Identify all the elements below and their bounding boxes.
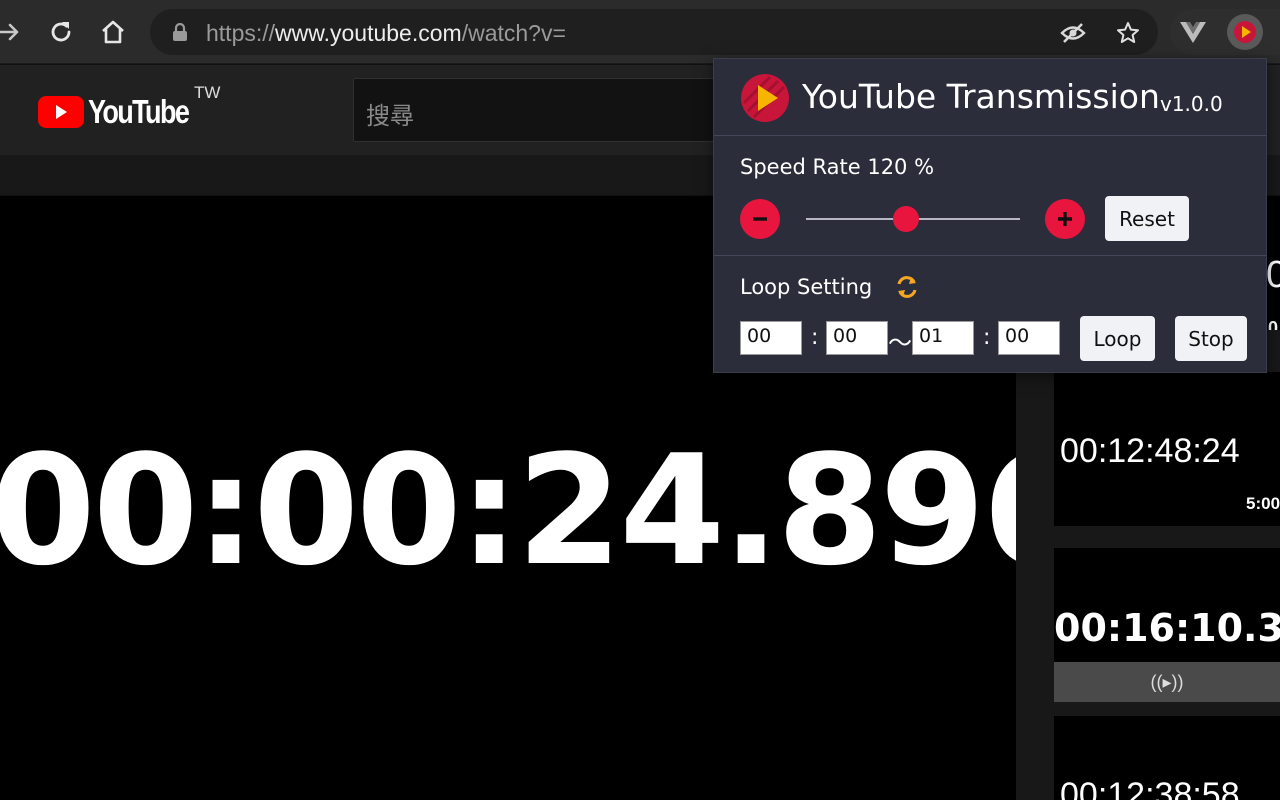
address-bar[interactable]: https://www.youtube.com/watch?v=: [150, 9, 1158, 55]
range-separator: 〜: [888, 329, 912, 357]
thumbnail-duration: 5:00: [1246, 494, 1280, 513]
reset-button[interactable]: Reset: [1105, 196, 1189, 241]
popup-version: v1.0.0: [1160, 92, 1223, 116]
bookmark-button[interactable]: [1115, 20, 1141, 46]
stop-button[interactable]: Stop: [1175, 316, 1247, 361]
speed-decrease-button[interactable]: [740, 199, 780, 239]
star-icon: [1117, 22, 1139, 43]
time-colon: :: [811, 325, 819, 350]
youtube-logo[interactable]: YouTube TW: [38, 83, 220, 131]
speed-rate-label: Speed Rate 120 %: [740, 155, 935, 179]
url-text: https://www.youtube.com/watch?v=: [206, 20, 566, 46]
transmission-logo-icon: [741, 74, 789, 122]
thumbnail-timecode: 00:16:10.3: [1054, 606, 1280, 650]
transmission-popup: YouTube Transmission v1.0.0 Speed Rate 1…: [713, 58, 1267, 373]
popup-title: YouTube Transmission: [802, 77, 1160, 116]
youtube-wordmark: YouTube: [88, 93, 190, 130]
loop-button[interactable]: Loop: [1080, 316, 1155, 361]
extensions-area: [1170, 9, 1280, 55]
home-icon: [102, 20, 124, 44]
thumb-partial-char: 0: [1266, 254, 1280, 296]
live-indicator-bar: ((▸)): [1054, 662, 1280, 702]
thumb-partial-char: 0: [1268, 318, 1279, 330]
video-timecode: 00:00:24.896: [0, 422, 1016, 599]
search-placeholder: 搜尋: [366, 103, 414, 130]
home-button[interactable]: [95, 14, 131, 50]
vue-devtools-button[interactable]: [1175, 14, 1211, 50]
speed-increase-button[interactable]: [1045, 199, 1085, 239]
transmission-extension-button[interactable]: [1227, 14, 1263, 50]
youtube-play-logo-icon: [38, 96, 84, 128]
loop-start-minutes-input[interactable]: 00: [740, 321, 802, 355]
loop-end-minutes-input[interactable]: 01: [912, 321, 974, 355]
forward-icon: [0, 23, 19, 41]
vue-devtools-icon: [1180, 22, 1206, 43]
loop-start-seconds-input[interactable]: 00: [826, 321, 888, 355]
tracking-toggle[interactable]: [1060, 20, 1086, 46]
reload-button[interactable]: [43, 14, 79, 50]
region-code: TW: [194, 83, 221, 102]
time-colon: :: [983, 325, 991, 350]
minus-icon: [753, 217, 767, 221]
speed-slider-thumb[interactable]: [892, 206, 919, 232]
related-thumbnail[interactable]: 00:12:48:24 5:00: [1054, 372, 1280, 526]
related-thumbnail[interactable]: 00:16:10.3: [1054, 548, 1280, 662]
search-input[interactable]: 搜尋: [353, 78, 723, 142]
thumbnail-timecode: 00:12:48:24: [1060, 432, 1240, 470]
related-thumbnail[interactable]: 00:12:38:58: [1054, 716, 1280, 800]
loop-setting-label: Loop Setting: [740, 275, 873, 299]
plus-icon: [1058, 212, 1072, 226]
reload-icon: [51, 22, 71, 42]
loop-end-seconds-input[interactable]: 00: [998, 321, 1060, 355]
loop-refresh-icon[interactable]: [894, 273, 920, 301]
browser-toolbar: https://www.youtube.com/watch?v=: [0, 0, 1280, 64]
forward-button[interactable]: [0, 14, 28, 50]
transmission-extension-icon: [1234, 21, 1256, 43]
lock-icon: [173, 23, 187, 41]
section-divider: [714, 255, 1266, 256]
thumbnail-timecode: 00:12:38:58: [1060, 776, 1240, 800]
eye-off-icon: [1060, 23, 1086, 43]
broadcast-icon: ((▸)): [1150, 671, 1184, 692]
popup-header: YouTube Transmission v1.0.0: [714, 59, 1266, 136]
